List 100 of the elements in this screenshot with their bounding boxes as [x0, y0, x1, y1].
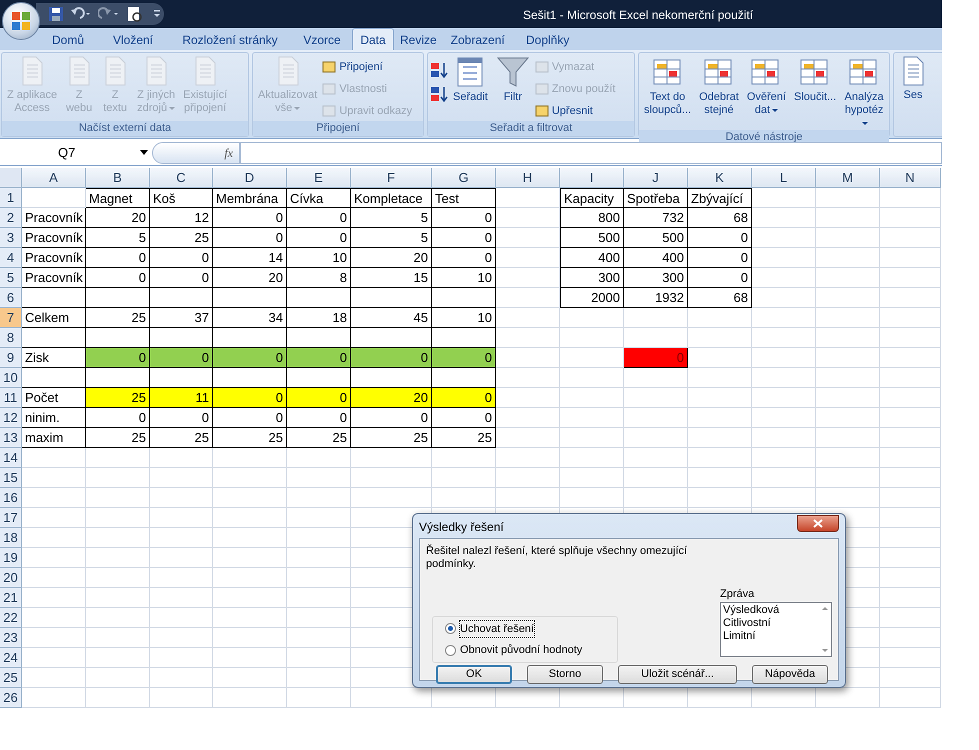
column-header[interactable]: B	[86, 168, 150, 188]
column-header[interactable]: E	[287, 168, 351, 188]
ribbon-tab[interactable]: Vzorce	[292, 30, 352, 50]
dialog-button[interactable]: Nápověda	[752, 665, 828, 684]
column-header[interactable]: L	[752, 168, 816, 188]
row-header[interactable]: 24	[0, 648, 22, 668]
row-header[interactable]: 5	[0, 268, 22, 288]
table-cell: 37	[150, 308, 213, 328]
table-cell: 14	[213, 248, 287, 268]
dialog-button[interactable]: Uložit scénář...	[618, 665, 737, 684]
ribbon-tab[interactable]: Rozložení stránky	[168, 30, 292, 50]
ribbon-button[interactable]: Ověření dat	[744, 55, 789, 117]
list-item[interactable]: Limitní	[723, 630, 818, 643]
row-header[interactable]: 12	[0, 408, 22, 428]
row-header[interactable]: 16	[0, 488, 22, 508]
list-item[interactable]: Citlivostní	[723, 617, 818, 630]
insert-function-button[interactable]: fx	[152, 142, 240, 164]
sort-button[interactable]: Seřadit	[450, 55, 491, 104]
table-cell: 0	[432, 208, 496, 228]
report-list[interactable]: Výsledková Citlivostní Limitní	[720, 602, 832, 657]
table-cell	[86, 288, 150, 308]
row-header[interactable]: 20	[0, 568, 22, 588]
ribbon-tab[interactable]: Revize	[394, 30, 443, 50]
table-cell: 1932	[624, 288, 688, 308]
ribbon-button[interactable]: Ses	[896, 55, 930, 102]
table-cell: 68	[688, 288, 752, 308]
table-cell: 0	[150, 348, 213, 368]
row-header[interactable]: 14	[0, 448, 22, 468]
table-cell: 732	[624, 208, 688, 228]
close-button[interactable]	[797, 514, 839, 532]
column-header[interactable]: I	[560, 168, 624, 188]
row-header[interactable]: 9	[0, 348, 22, 368]
row-header[interactable]: 1	[0, 188, 22, 208]
radio-option[interactable]: Obnovit původní hodnoty	[445, 642, 617, 658]
ribbon-button[interactable]: Text do sloupců...	[641, 55, 694, 117]
row-header[interactable]: 4	[0, 248, 22, 268]
dialog-button[interactable]: OK	[436, 665, 512, 684]
small-tool-icon	[322, 82, 336, 96]
scroll-down-icon	[822, 649, 828, 652]
table-cell: 0	[432, 348, 496, 368]
ribbon-button[interactable]: Filtr	[492, 55, 533, 104]
formula-input[interactable]	[240, 142, 942, 164]
table-cell: 25	[150, 428, 213, 448]
row-header[interactable]: 25	[0, 668, 22, 688]
table-cell: 300	[560, 268, 624, 288]
dialog-button[interactable]: Storno	[527, 665, 603, 684]
column-header[interactable]: N	[880, 168, 941, 188]
table-cell: 0	[213, 388, 287, 408]
radio-option[interactable]: Uchovat řešení	[445, 620, 617, 637]
ribbon-button[interactable]: Odebrat stejné	[696, 55, 742, 117]
row-header[interactable]: 13	[0, 428, 22, 448]
table-cell: Kapacity	[560, 188, 624, 208]
ribbon-tab[interactable]: Data	[352, 28, 394, 50]
row-header[interactable]: 7	[0, 308, 22, 328]
table-cell: 0	[213, 408, 287, 428]
column-header[interactable]: A	[22, 168, 86, 188]
table-cell: Test	[432, 188, 496, 208]
column-header[interactable]: K	[688, 168, 752, 188]
table-cell: 5	[351, 228, 432, 248]
row-header[interactable]: 15	[0, 468, 22, 488]
row-header[interactable]: 3	[0, 228, 22, 248]
row-header[interactable]: 22	[0, 608, 22, 628]
row-header[interactable]: 8	[0, 328, 22, 348]
row-header[interactable]: 23	[0, 628, 22, 648]
ribbon-button[interactable]: Analýza hypotéz	[841, 55, 887, 130]
column-header[interactable]: J	[624, 168, 688, 188]
small-tool-icon	[534, 104, 549, 118]
ribbon-tab[interactable]: Vložení	[98, 30, 168, 50]
list-item[interactable]: Výsledková	[723, 604, 818, 617]
row-header[interactable]: 10	[0, 368, 22, 388]
ribbon-small-button[interactable]: Upřesnit	[534, 101, 616, 121]
column-header[interactable]: C	[150, 168, 213, 188]
ribbon-tab[interactable]: Doplňky	[512, 30, 583, 50]
row-header[interactable]: 26	[0, 688, 22, 708]
row-header[interactable]: 11	[0, 388, 22, 408]
column-header[interactable]: H	[496, 168, 560, 188]
table-cell: 0	[213, 208, 287, 228]
row-header[interactable]: 19	[0, 548, 22, 568]
table-cell: Zbývající	[688, 188, 752, 208]
table-cell: Pracovník	[22, 208, 86, 228]
table-cell: Pracovník	[22, 268, 86, 288]
undo-icon	[70, 6, 92, 22]
ribbon-tab[interactable]: Domů	[38, 30, 98, 50]
radio-button[interactable]	[445, 623, 456, 634]
row-header[interactable]: 2	[0, 208, 22, 228]
row-header[interactable]: 17	[0, 508, 22, 528]
row-header[interactable]: 6	[0, 288, 22, 308]
row-header[interactable]: 18	[0, 528, 22, 548]
ribbon-button[interactable]: Sloučit...	[790, 55, 840, 104]
column-header[interactable]: G	[432, 168, 496, 188]
table-cell: 12	[150, 208, 213, 228]
row-header[interactable]: 21	[0, 588, 22, 608]
radio-button[interactable]	[445, 644, 456, 656]
column-header[interactable]: M	[816, 168, 880, 188]
ribbon-small-button[interactable]: Připojení	[322, 57, 412, 77]
scroll-up-icon	[822, 607, 828, 610]
table-cell: 10	[432, 308, 496, 328]
column-header[interactable]: F	[351, 168, 432, 188]
column-header[interactable]: D	[213, 168, 287, 188]
ribbon-tab[interactable]: Zobrazení	[442, 30, 513, 50]
